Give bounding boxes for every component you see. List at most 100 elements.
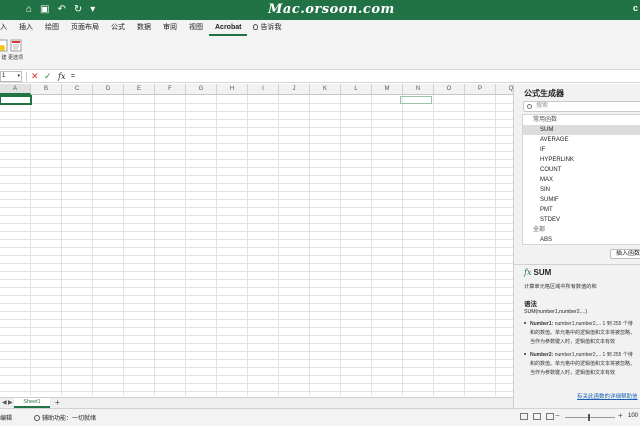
- column-header[interactable]: A: [0, 84, 31, 95]
- grid-line: [0, 143, 513, 144]
- name-box-value: 1: [2, 73, 6, 79]
- zoom-level: 100: [628, 413, 639, 419]
- confirm-icon[interactable]: ✓: [44, 71, 52, 82]
- function-group[interactable]: 全部: [523, 225, 640, 235]
- insert-function-icon[interactable]: fx: [58, 71, 65, 82]
- function-group[interactable]: 常用函数: [523, 115, 640, 125]
- function-item[interactable]: MAX: [523, 175, 640, 185]
- column-header[interactable]: P: [465, 84, 496, 95]
- grid-line: [0, 111, 513, 112]
- grid-line: [0, 263, 513, 264]
- tab-6[interactable]: 审阅: [157, 20, 183, 36]
- column-header[interactable]: I: [248, 84, 279, 95]
- column-header[interactable]: F: [155, 84, 186, 95]
- page-layout-view-icon[interactable]: [533, 413, 541, 420]
- function-item[interactable]: SUM: [523, 125, 640, 135]
- home-icon[interactable]: ⌂: [26, 4, 32, 16]
- spreadsheet-grid[interactable]: ABCDEFGHIJKLMNOPQ: [0, 84, 513, 396]
- column-header[interactable]: C: [62, 84, 93, 95]
- function-search-input[interactable]: 搜索: [523, 101, 640, 112]
- name-box[interactable]: 1 ▾: [0, 71, 22, 82]
- column-header[interactable]: O: [434, 84, 465, 95]
- argument-name: Number1:: [530, 321, 554, 327]
- argument-text: 和的数值。单元格中的逻辑值和文本将被忽略。: [530, 330, 636, 336]
- column-header[interactable]: M: [372, 84, 403, 95]
- save-icon[interactable]: ▣: [40, 4, 49, 16]
- preferences-label: 更选项: [8, 55, 24, 61]
- preferences-icon: [10, 39, 21, 52]
- help-link[interactable]: 有关此函数的详细帮助信: [577, 392, 638, 400]
- preferences-button[interactable]: 更选项: [8, 39, 23, 61]
- formula-bar: 1 ▾ ✕ ✓ fx =: [0, 70, 640, 83]
- grid-line: [0, 319, 513, 320]
- quick-access-toolbar: ⌂ ▣ ↶ ↻ ▾: [26, 4, 95, 16]
- tab-9[interactable]: 告诉我: [247, 20, 287, 36]
- column-header[interactable]: E: [124, 84, 155, 95]
- function-item[interactable]: SIN: [523, 185, 640, 195]
- tab-1[interactable]: 插入: [13, 20, 39, 36]
- add-sheet-icon[interactable]: +: [55, 398, 60, 408]
- grid-line: [0, 239, 513, 240]
- view-switcher: [520, 413, 554, 420]
- function-item[interactable]: STDEV: [523, 215, 640, 225]
- highlighted-cell[interactable]: [400, 96, 432, 104]
- pane-divider: [514, 264, 640, 265]
- tab-8[interactable]: Acrobat: [209, 20, 248, 36]
- argument-line: 当作为参数键入时，逻辑值和文本有效: [524, 338, 640, 347]
- function-item[interactable]: ABS: [523, 235, 640, 245]
- status-bar: 编辑 辅助功能：一切就绪 − + 100: [0, 408, 640, 426]
- normal-view-icon[interactable]: [520, 413, 528, 420]
- sheet-prev-icon[interactable]: ◀: [2, 399, 7, 406]
- column-header[interactable]: D: [93, 84, 124, 95]
- grid-line: [0, 175, 513, 176]
- sheet-next-icon[interactable]: ▶: [8, 399, 13, 406]
- function-item[interactable]: IF: [523, 145, 640, 155]
- column-header[interactable]: L: [341, 84, 372, 95]
- column-header[interactable]: J: [279, 84, 310, 95]
- function-item[interactable]: PMT: [523, 205, 640, 215]
- undo-icon[interactable]: ↶: [58, 4, 66, 16]
- zoom-slider-thumb[interactable]: [588, 414, 590, 421]
- tab-7[interactable]: 视图: [183, 20, 209, 36]
- zoom-out-icon[interactable]: −: [555, 411, 560, 420]
- tab-label: Acrobat: [215, 24, 242, 31]
- formula-input[interactable]: =: [71, 71, 75, 82]
- tab-label: 告诉我: [260, 24, 282, 31]
- function-item[interactable]: HYPERLINK: [523, 155, 640, 165]
- accessibility-status[interactable]: 辅助功能：一切就绪: [34, 413, 96, 422]
- grid-line: [0, 127, 513, 128]
- column-header[interactable]: K: [310, 84, 341, 95]
- column-header[interactable]: N: [403, 84, 434, 95]
- bullet-icon: [524, 353, 526, 355]
- function-item[interactable]: SUMIF: [523, 195, 640, 205]
- argument-line: 和的数值。单元格中的逻辑值和文本将被忽略。: [524, 329, 640, 338]
- tab-label: 审阅: [163, 24, 177, 31]
- zoom-in-icon[interactable]: +: [618, 411, 623, 420]
- tab-5[interactable]: 数据: [131, 20, 157, 36]
- sheet-tab[interactable]: Sheet1: [14, 398, 50, 408]
- page-break-view-icon[interactable]: [546, 413, 554, 420]
- tab-2[interactable]: 绘图: [39, 20, 65, 36]
- chevron-down-icon[interactable]: ▾: [17, 72, 20, 81]
- column-header[interactable]: Q: [496, 84, 513, 95]
- insert-function-button[interactable]: 插入函数: [610, 249, 640, 259]
- argument-line: Number1: number1,number2,... 1 到 255 个待: [524, 320, 640, 329]
- grid-line: [0, 103, 513, 104]
- tab-0[interactable]: 入: [0, 20, 13, 36]
- redo-icon[interactable]: ↻: [74, 4, 82, 16]
- tab-label: 数据: [137, 24, 151, 31]
- more-icon[interactable]: ▾: [90, 4, 95, 16]
- grid-line: [0, 255, 513, 256]
- column-header[interactable]: B: [31, 84, 62, 95]
- cancel-icon[interactable]: ✕: [31, 71, 39, 82]
- syntax: SUM(number1,number2,...): [524, 309, 588, 315]
- zoom-slider[interactable]: [565, 417, 615, 418]
- column-header[interactable]: H: [217, 84, 248, 95]
- tab-label: 页面布局: [71, 24, 99, 31]
- function-item[interactable]: COUNT: [523, 165, 640, 175]
- column-header[interactable]: G: [186, 84, 217, 95]
- function-item[interactable]: AVERAGE: [523, 135, 640, 145]
- active-cell[interactable]: [0, 95, 32, 105]
- tab-3[interactable]: 页面布局: [65, 20, 105, 36]
- tab-4[interactable]: 公式: [105, 20, 131, 36]
